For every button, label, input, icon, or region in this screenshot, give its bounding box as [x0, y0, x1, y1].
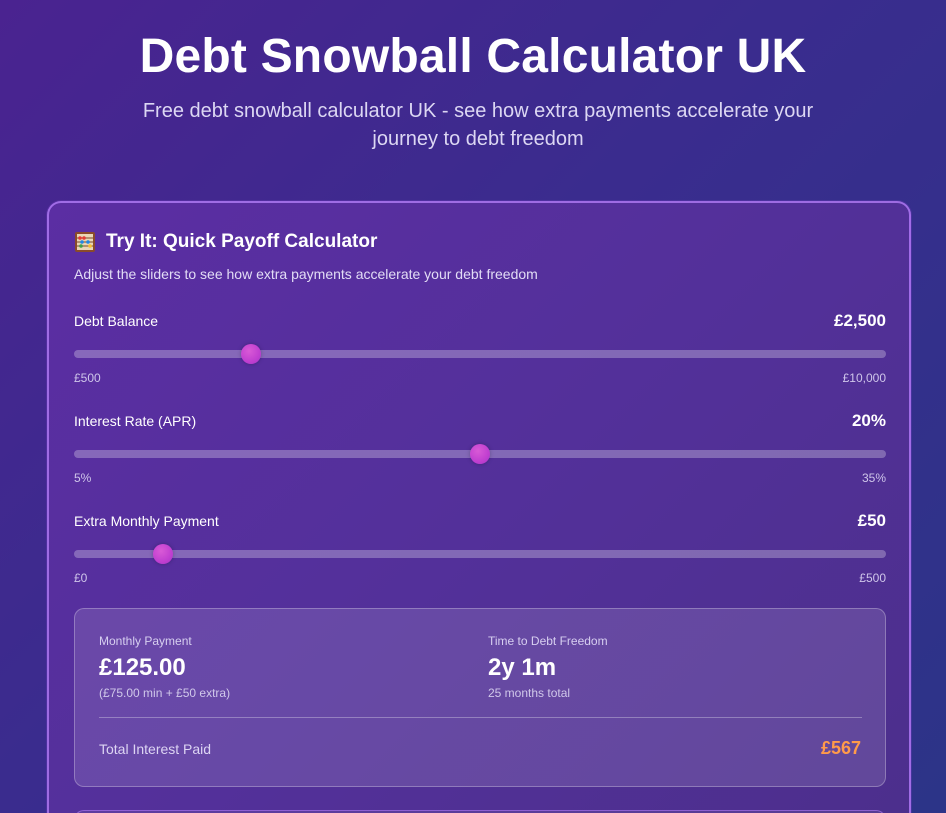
results-panel: Monthly Payment £125.00 (£75.00 min + £5…	[74, 608, 886, 787]
debt-balance-min: £500	[74, 371, 101, 385]
interest-rate-min: 5%	[74, 471, 92, 485]
interest-rate-max: 35%	[861, 471, 886, 485]
time-to-freedom-note: 25 months total	[488, 686, 571, 700]
extra-payment-min: £0	[74, 571, 88, 585]
interest-rate-value: 20%	[851, 411, 886, 430]
monthly-payment-value: £125.00	[99, 654, 186, 681]
interest-rate-slider[interactable]	[74, 444, 886, 464]
debt-balance-slider-thumb[interactable]	[240, 344, 261, 364]
debt-balance-max: £10,000	[842, 371, 886, 385]
results-divider	[99, 717, 862, 718]
extra-payment-max: £500	[859, 571, 886, 585]
calculator-title-text: Try It: Quick Payoff Calculator	[106, 231, 378, 252]
extra-payment-label: Extra Monthly Payment	[74, 513, 219, 529]
page-title: Debt Snowball Calculator UK	[139, 30, 807, 83]
total-interest-value: £567	[820, 738, 861, 758]
extra-payment-slider[interactable]	[74, 544, 886, 564]
calculator-description: Adjust the sliders to see how extra paym…	[74, 266, 538, 282]
interest-rate-label: Interest Rate (APR)	[74, 413, 197, 429]
total-interest-label: Total Interest Paid	[99, 741, 212, 757]
abacus-icon	[74, 231, 96, 253]
extra-payment-value: £50	[857, 511, 886, 530]
debt-balance-label: Debt Balance	[74, 313, 159, 329]
time-to-freedom-label: Time to Debt Freedom	[488, 634, 608, 648]
page-subtitle: Free debt snowball calculator UK - see h…	[142, 100, 814, 150]
time-to-freedom-value: 2y 1m	[488, 654, 557, 681]
monthly-payment-label: Monthly Payment	[99, 634, 192, 648]
extra-payment-slider-thumb[interactable]	[153, 544, 174, 564]
interest-rate-slider-thumb[interactable]	[470, 444, 490, 464]
quick-payoff-calculator-card: Try It: Quick Payoff Calculator Adjust t…	[47, 201, 911, 813]
calculator-title: Try It: Quick Payoff Calculator	[74, 230, 377, 254]
debt-balance-slider[interactable]	[74, 344, 886, 364]
debt-balance-value: £2,500	[834, 311, 886, 330]
monthly-payment-note: (£75.00 min + £50 extra)	[99, 686, 231, 700]
